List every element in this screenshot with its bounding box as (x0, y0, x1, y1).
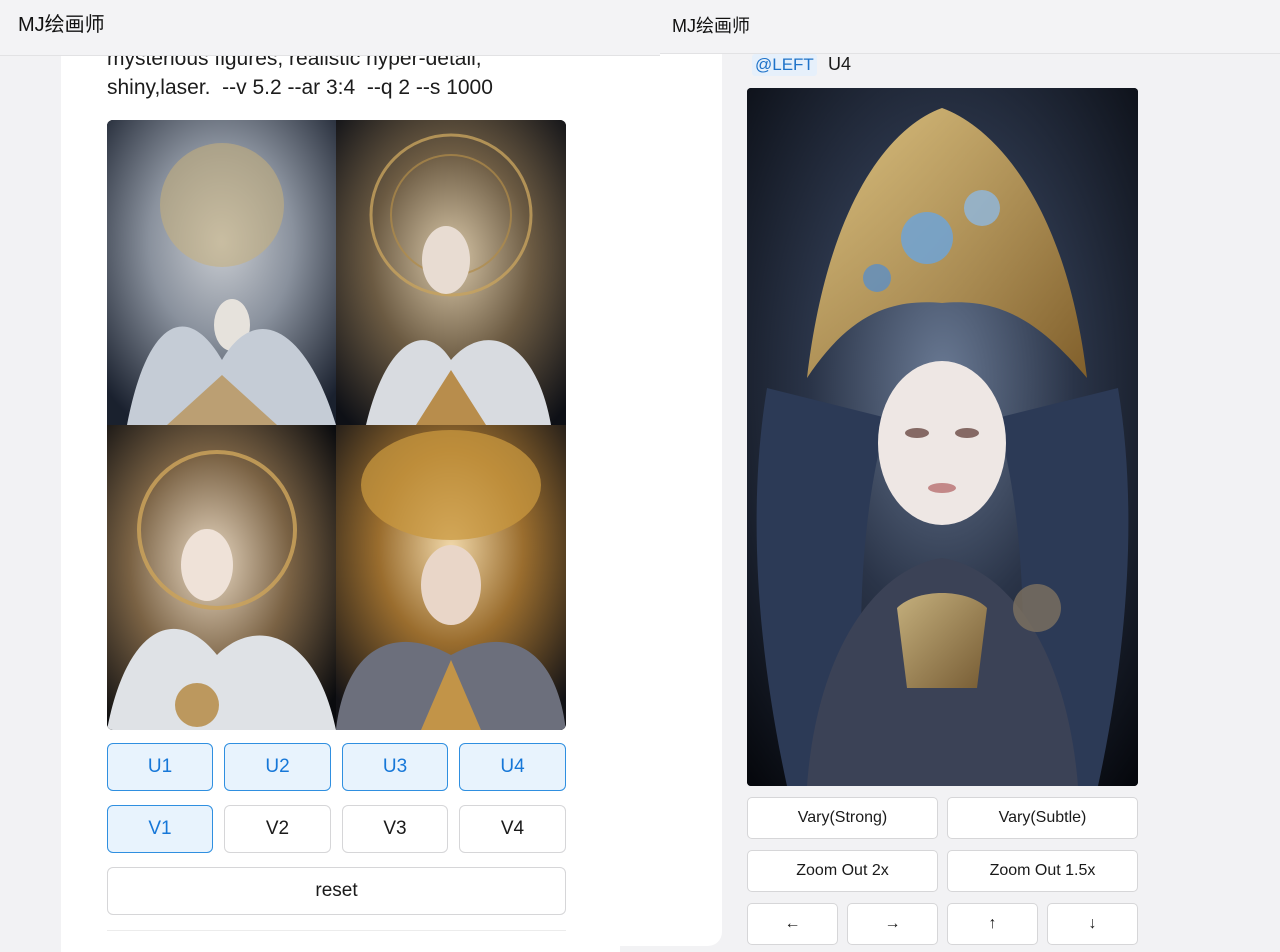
grid-image-3[interactable] (107, 425, 336, 730)
grid-image-4[interactable] (336, 425, 566, 730)
upscale-button-3[interactable]: U3 (342, 743, 448, 791)
upscaled-image[interactable] (747, 88, 1138, 786)
grid-image-2[interactable] (336, 120, 566, 425)
zoom-out-1-5x-button[interactable]: Zoom Out 1.5x (947, 850, 1138, 892)
left-app-header: MJ绘画师 (0, 0, 660, 56)
upscale-button-1[interactable]: U1 (107, 743, 213, 791)
vary-subtle-button[interactable]: Vary(Subtle) (947, 797, 1138, 839)
arrow-up-icon: ↑ (988, 915, 997, 932)
vary-strong-button[interactable]: Vary(Strong) (747, 797, 938, 839)
left-app-title: MJ绘画师 (18, 14, 105, 36)
right-app-header: MJ绘画师 (660, 0, 1280, 54)
image-grid[interactable] (107, 120, 566, 730)
pan-up-button[interactable]: ↑ (947, 903, 1038, 945)
arrow-down-icon: ↓ (1088, 915, 1097, 932)
message-divider (107, 930, 566, 931)
grid-image-1[interactable] (107, 120, 336, 425)
prompt-line-2: shiny,laser. --v 5.2 --ar 3:4 --q 2 --s … (107, 76, 493, 99)
arrow-right-icon: → (884, 915, 901, 932)
screenshot-stage: MJ绘画师 mysterious figures, realistic hype… (0, 0, 1280, 952)
pan-right-button[interactable]: → (847, 903, 938, 945)
upscale-button-4[interactable]: U4 (459, 743, 566, 791)
variation-button-2[interactable]: V2 (224, 805, 331, 853)
variation-button-3[interactable]: V3 (342, 805, 448, 853)
upscale-button-2[interactable]: U2 (224, 743, 331, 791)
arrow-left-icon: ← (784, 915, 801, 932)
variation-button-1[interactable]: V1 (107, 805, 213, 853)
pan-left-button[interactable]: ← (747, 903, 838, 945)
variation-button-4[interactable]: V4 (459, 805, 566, 853)
zoom-out-2x-button[interactable]: Zoom Out 2x (747, 850, 938, 892)
mention-tag[interactable]: @LEFT (752, 54, 817, 76)
right-app-title: MJ绘画师 (672, 16, 750, 36)
mention-command: U4 (828, 54, 852, 74)
pan-down-button[interactable]: ↓ (1047, 903, 1138, 945)
reset-button[interactable]: reset (107, 867, 566, 915)
